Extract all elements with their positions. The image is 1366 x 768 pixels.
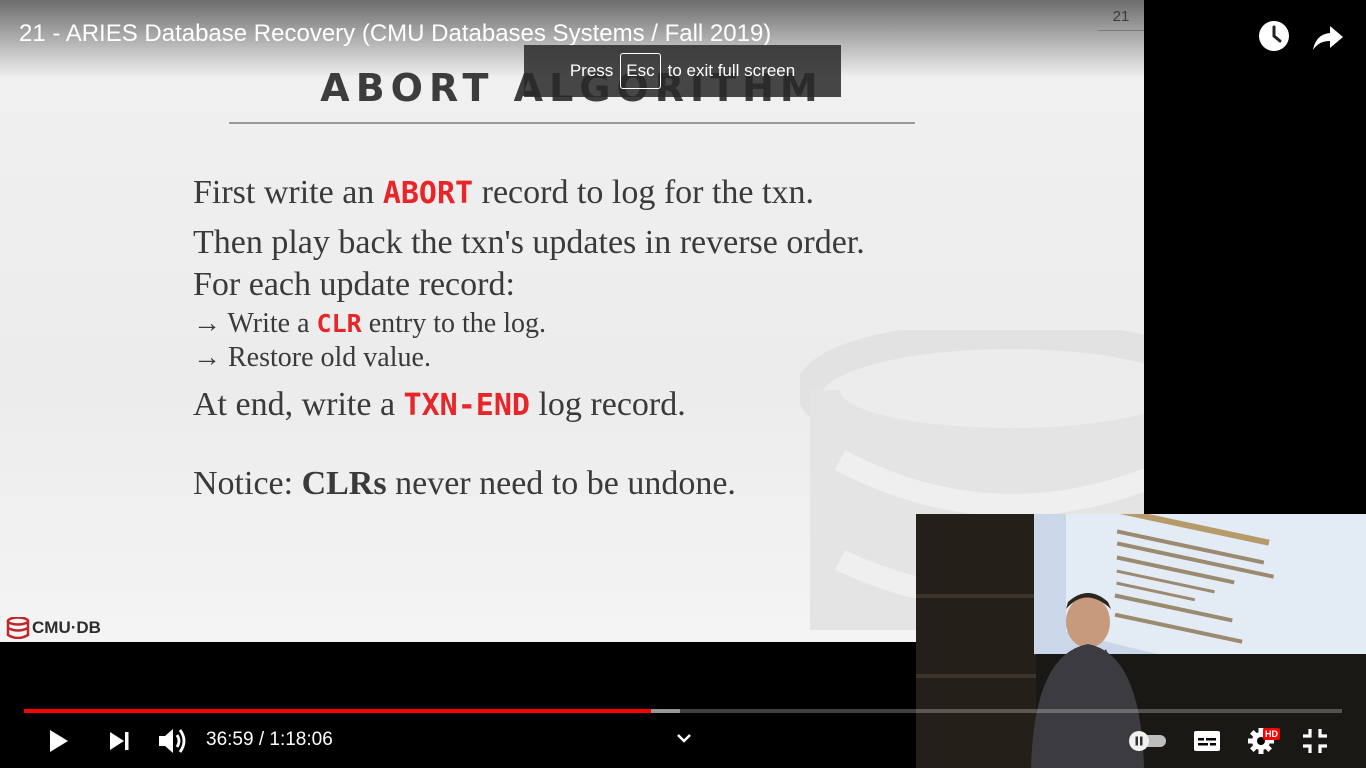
- autoplay-toggle-icon: [1129, 731, 1166, 751]
- exit-fullscreen-toast: Press Esc to exit full screen: [524, 45, 841, 97]
- arrow-icon: →: [193, 308, 221, 339]
- volume-icon: [159, 729, 186, 753]
- play-button[interactable]: [44, 727, 72, 760]
- progress-bar[interactable]: [24, 709, 1342, 713]
- slide-line-txn-end: At end, write a TXN-END log record.: [193, 386, 686, 424]
- database-logo-icon: [6, 617, 30, 639]
- slide-line-playback: Then play back the txn's updates in reve…: [193, 224, 865, 261]
- text: log record.: [529, 386, 686, 423]
- settings-button[interactable]: HD: [1246, 726, 1280, 761]
- toast-rest-text: to exit full screen: [667, 61, 796, 80]
- subtitles-icon: [1194, 731, 1220, 751]
- time-display: 36:59 / 1:18:06: [206, 729, 333, 751]
- progress-played: [24, 709, 651, 713]
- text: record to log for the txn.: [473, 174, 814, 211]
- play-icon: [50, 730, 68, 752]
- duration: 1:18:06: [269, 729, 333, 750]
- subtitles-button[interactable]: [1192, 727, 1222, 760]
- toast-press-text: Press: [569, 61, 614, 80]
- keyword-clr: CLR: [316, 309, 362, 338]
- next-button[interactable]: [106, 728, 132, 759]
- text: Notice:: [193, 465, 302, 502]
- time-separator: /: [258, 729, 265, 750]
- chapters-chevron-button[interactable]: [674, 728, 694, 753]
- keyword-txn-end: TXN-END: [403, 388, 530, 423]
- slide-line-restore: → Restore old value.: [193, 342, 431, 374]
- next-icon: [110, 732, 129, 750]
- share-arrow-icon[interactable]: [1310, 18, 1346, 54]
- exit-fullscreen-icon: [1303, 729, 1327, 753]
- esc-key-badge: Esc: [620, 53, 661, 89]
- text: First write an: [193, 174, 383, 211]
- text: entry to the log.: [361, 308, 546, 339]
- arrow-icon: →: [193, 342, 221, 373]
- text: Write a: [221, 308, 317, 339]
- slide-line-notice: Notice: CLRs never need to be undone.: [193, 465, 736, 503]
- slide-line-write-clr: → Write a CLR entry to the log.: [193, 308, 546, 340]
- chevron-down-icon: [677, 734, 691, 743]
- clock-icon[interactable]: [1256, 18, 1292, 54]
- hd-badge: HD: [1263, 728, 1280, 740]
- title-divider: [229, 122, 915, 124]
- cmudb-logo-text: CMU·DB: [32, 618, 101, 637]
- volume-button[interactable]: [155, 724, 189, 763]
- video-title[interactable]: 21 - ARIES Database Recovery (CMU Databa…: [19, 20, 771, 48]
- text: At end, write a: [193, 386, 404, 423]
- text: Restore old value.: [221, 342, 431, 373]
- text: CLRs: [301, 465, 387, 502]
- current-time: 36:59: [206, 729, 254, 750]
- cmudb-logo: CMU·DB: [6, 617, 101, 639]
- keyword-abort: ABORT: [382, 176, 474, 211]
- text: never need to be undone.: [386, 465, 736, 502]
- autoplay-toggle[interactable]: [1126, 730, 1170, 757]
- slide-line-abort: First write an ABORT record to log for t…: [193, 174, 814, 212]
- exit-fullscreen-button[interactable]: [1300, 726, 1330, 761]
- slide-line-for-each: For each update record:: [193, 266, 515, 303]
